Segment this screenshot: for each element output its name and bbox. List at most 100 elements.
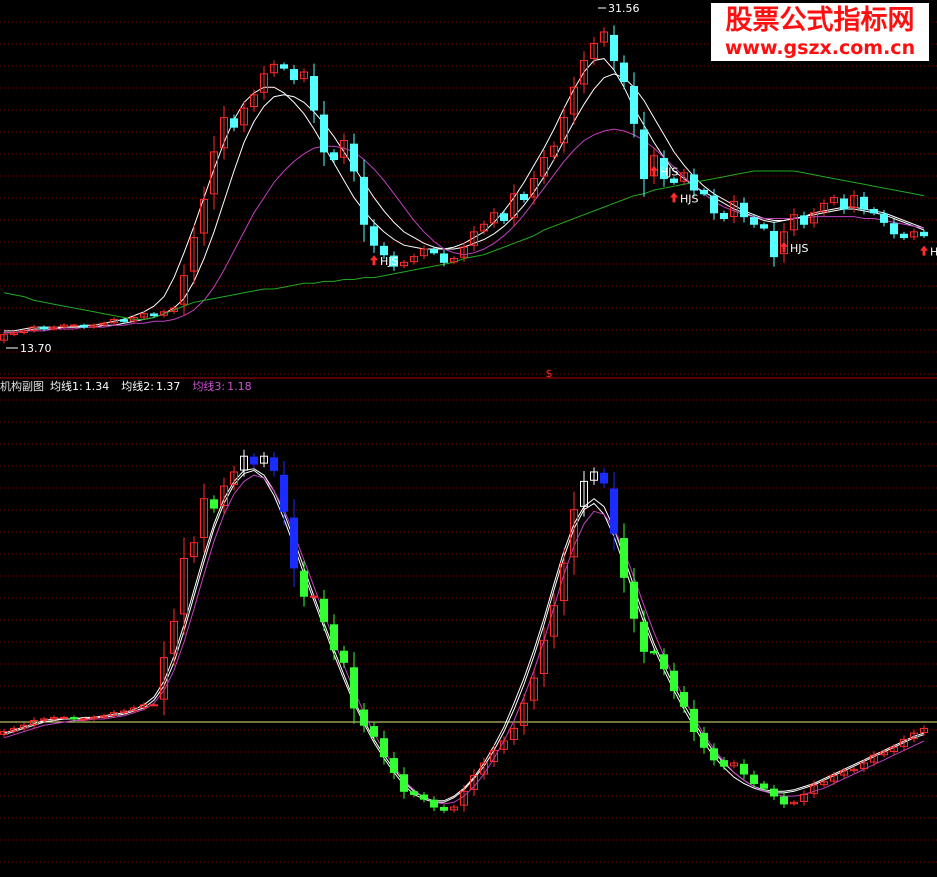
signal-arrow-icon bbox=[650, 165, 658, 176]
ma1-value: 1.34 bbox=[84, 380, 110, 393]
candle-down bbox=[690, 174, 698, 191]
indicator-name: 机构副图 bbox=[0, 380, 44, 393]
candle-down bbox=[330, 624, 338, 651]
candle-down bbox=[380, 738, 388, 758]
candle-down bbox=[340, 650, 348, 663]
candle-down bbox=[120, 319, 128, 322]
candle-down bbox=[700, 189, 708, 195]
signal-label: HJS bbox=[660, 166, 679, 179]
ma1-label: 均线1: bbox=[50, 380, 83, 393]
signal-arrow-icon bbox=[920, 245, 928, 256]
ma-line bbox=[4, 58, 925, 332]
candle-down bbox=[320, 114, 328, 153]
candle-down bbox=[80, 324, 88, 328]
candle-down bbox=[320, 598, 328, 622]
candle-down bbox=[300, 570, 308, 597]
candle-down bbox=[840, 198, 848, 210]
kline-chart[interactable]: 31.5613.70HJSHJSHJSHJSHJS $ bbox=[0, 0, 937, 877]
candle-up bbox=[150, 704, 158, 707]
candle-down bbox=[370, 226, 378, 246]
candle-down bbox=[920, 231, 928, 237]
candle-down bbox=[350, 143, 358, 172]
candle-down bbox=[630, 581, 638, 619]
candle-down bbox=[370, 726, 378, 737]
low-label: 13.70 bbox=[20, 342, 52, 355]
candle-down bbox=[290, 517, 298, 569]
candle-down bbox=[620, 538, 628, 578]
ma3-label: 均线3: bbox=[192, 380, 226, 393]
candle-down bbox=[410, 791, 418, 795]
indicator-ma-lines bbox=[3, 468, 925, 805]
candle-down bbox=[670, 178, 678, 183]
signal-label: HJS bbox=[930, 246, 937, 259]
candle-down bbox=[640, 621, 648, 652]
candle-down bbox=[360, 176, 368, 225]
candle-down bbox=[610, 488, 618, 534]
signal-arrow-icon bbox=[780, 241, 788, 252]
candle-down bbox=[310, 76, 318, 111]
candle-up bbox=[310, 595, 318, 598]
candle-down bbox=[150, 313, 158, 317]
signal-label: HJS bbox=[790, 242, 809, 255]
ma1-legend: 均线1: 1.34 bbox=[50, 380, 115, 393]
indicator-grid bbox=[0, 399, 937, 863]
candle-down bbox=[380, 245, 388, 256]
candle-down bbox=[330, 152, 338, 161]
candle-down bbox=[390, 758, 398, 773]
watermark-title: 股票公式指标网 bbox=[725, 5, 915, 36]
candle-down bbox=[740, 763, 748, 775]
candle-down bbox=[860, 196, 868, 210]
candle-down bbox=[280, 64, 288, 69]
ma-line bbox=[4, 128, 925, 334]
candle-down bbox=[400, 774, 408, 792]
candle-down bbox=[600, 472, 608, 484]
ma-line bbox=[3, 474, 925, 805]
candle-down bbox=[770, 230, 778, 258]
ma-line bbox=[3, 469, 925, 803]
candle-down bbox=[750, 217, 758, 225]
candle-down bbox=[230, 118, 238, 128]
signal-label: HJS bbox=[680, 192, 699, 205]
candle-down bbox=[520, 193, 528, 201]
price-candles bbox=[0, 25, 928, 344]
candle-down bbox=[710, 748, 718, 761]
indicator-candles bbox=[0, 449, 928, 813]
watermark-url: www.gszx.com.cn bbox=[724, 37, 916, 59]
candle-down bbox=[870, 208, 878, 214]
ma-line bbox=[4, 73, 925, 334]
signal-arrow-icon bbox=[670, 192, 678, 203]
candle-down bbox=[360, 709, 368, 726]
candle-down bbox=[440, 806, 448, 811]
candle-down bbox=[280, 474, 288, 512]
price-ma-lines bbox=[3, 58, 925, 334]
price-grid bbox=[0, 21, 937, 375]
candle-down bbox=[720, 213, 728, 220]
candle-down bbox=[70, 717, 78, 720]
candle-down bbox=[700, 732, 708, 748]
candle-down bbox=[430, 799, 438, 808]
indicator-legend: 机构副图 均线1: 1.34 均线2: 1.37 均线3: 1.18 bbox=[0, 380, 264, 393]
candle-down bbox=[890, 223, 898, 235]
candle-down bbox=[770, 788, 778, 797]
ma2-legend: 均线2: 1.37 bbox=[121, 380, 186, 393]
high-label: 31.56 bbox=[608, 2, 640, 15]
candle-down bbox=[210, 499, 218, 509]
candle-down bbox=[250, 456, 258, 465]
ma2-label: 均线2: bbox=[121, 380, 154, 393]
candle-down bbox=[720, 760, 728, 767]
candle-down bbox=[420, 794, 428, 800]
candle-down bbox=[40, 326, 48, 330]
candle-down bbox=[620, 62, 628, 82]
ma3-value: 1.18 bbox=[227, 380, 252, 393]
candle-down bbox=[270, 457, 278, 471]
candle-up bbox=[80, 718, 88, 721]
center-marker: $ bbox=[546, 367, 553, 380]
candle-down bbox=[670, 670, 678, 692]
candle-down bbox=[710, 195, 718, 214]
candle-down bbox=[690, 708, 698, 733]
candle-down bbox=[430, 248, 438, 254]
candle-down bbox=[680, 692, 688, 707]
candle-down bbox=[610, 34, 618, 62]
site-watermark: 股票公式指标网 www.gszx.com.cn bbox=[711, 3, 929, 61]
candle-down bbox=[900, 233, 908, 239]
